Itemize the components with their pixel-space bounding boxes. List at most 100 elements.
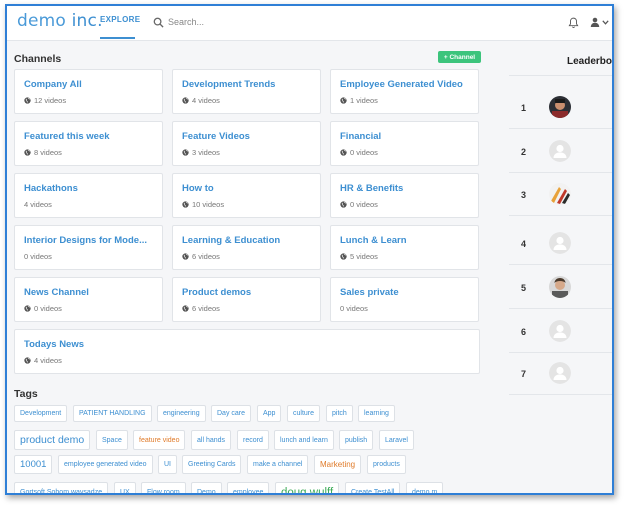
channel-name[interactable]: How to (182, 183, 214, 194)
avatar[interactable] (549, 276, 571, 298)
globe-icon (340, 253, 347, 260)
leaderboard-user-name[interactable]: D (612, 279, 614, 289)
avatar[interactable] (549, 232, 571, 254)
channel-name[interactable]: Employee Generated Video (340, 79, 463, 90)
channel-name[interactable]: Product demos (182, 287, 251, 298)
tag-chip[interactable]: Laravel (379, 430, 414, 450)
channel-card[interactable]: Learning & Education 6 videos (172, 225, 321, 270)
channel-name[interactable]: Learning & Education (182, 235, 280, 246)
channel-card[interactable]: Featured this week 8 videos (14, 121, 163, 166)
user-menu[interactable] (590, 17, 609, 27)
tag-chip[interactable]: Flow room (141, 482, 186, 493)
channel-card[interactable]: Company All 12 videos (14, 69, 163, 114)
tag-chip[interactable]: all hands (191, 430, 232, 450)
channel-name[interactable]: Development Trends (182, 79, 275, 90)
channel-name[interactable]: Featured this week (24, 131, 110, 142)
leaderboard-panel: Leaderbo 1DD2AS3JF4S5DE6a7d (509, 41, 614, 493)
tag-chip[interactable]: 10001 (14, 455, 53, 474)
leaderboard-user-name[interactable]: D (612, 99, 614, 109)
leaderboard-row[interactable]: 4S (509, 225, 614, 265)
add-channel-button[interactable]: + Channel (438, 51, 481, 63)
tag-chip[interactable]: Demo (191, 482, 222, 493)
channel-card[interactable]: Employee Generated Video 1 videos (330, 69, 479, 114)
avatar[interactable] (549, 320, 571, 342)
channel-video-count: 4 videos (24, 356, 62, 365)
leaderboard-row[interactable]: 6a (509, 313, 614, 353)
tag-chip[interactable]: record (237, 430, 269, 450)
channel-card[interactable]: Interior Designs for Mode... 0 videos (14, 225, 163, 270)
channel-name[interactable]: HR & Benefits (340, 183, 403, 194)
channel-card[interactable]: Financial 0 videos (330, 121, 479, 166)
nav-tab-explore[interactable]: EXPLORE (100, 15, 140, 24)
channel-count-text: 0 videos (350, 148, 378, 157)
leaderboard-row[interactable]: 7d (509, 355, 614, 395)
globe-icon (24, 149, 31, 156)
tag-chip[interactable]: Greeting Cards (182, 455, 242, 474)
channel-name[interactable]: Lunch & Learn (340, 235, 407, 246)
channel-card[interactable]: Lunch & Learn 5 videos (330, 225, 479, 270)
leaderboard-user-name[interactable]: a (612, 323, 614, 333)
tag-chip[interactable]: PATIENT HANDLING (73, 405, 152, 422)
tag-chip[interactable]: Day care (211, 405, 252, 422)
channel-card[interactable]: Feature Videos 3 videos (172, 121, 321, 166)
tag-chip[interactable]: employee (227, 482, 270, 493)
leaderboard-user-name[interactable]: S (612, 235, 614, 245)
channel-name[interactable]: Sales private (340, 287, 399, 298)
tag-chip[interactable]: publish (339, 430, 374, 450)
channel-name[interactable]: Hackathons (24, 183, 78, 194)
leaderboard-user-name[interactable]: d (612, 365, 614, 375)
channel-card[interactable]: HR & Benefits 0 videos (330, 173, 479, 218)
tag-chip[interactable]: Space (96, 430, 128, 450)
leaderboard-row[interactable]: 5 DE (509, 269, 614, 309)
channel-card[interactable]: Todays News 4 videos (14, 329, 480, 374)
tag-chip[interactable]: pitch (326, 405, 353, 422)
channel-card[interactable]: Hackathons 4 videos (14, 173, 163, 218)
tag-chip[interactable]: engineering (157, 405, 206, 422)
channel-name[interactable]: Company All (24, 79, 82, 90)
tag-chip[interactable]: feature video (133, 430, 186, 450)
search-input[interactable] (168, 17, 308, 27)
channel-card[interactable]: Development Trends 4 videos (172, 69, 321, 114)
tag-chip[interactable]: Development (14, 405, 68, 422)
channel-name[interactable]: Interior Designs for Mode... (24, 235, 147, 246)
tag-chip[interactable]: doug wulff (275, 482, 340, 493)
tag-chip[interactable]: make a channel (247, 455, 309, 474)
channel-card[interactable]: How to 10 videos (172, 173, 321, 218)
channel-name[interactable]: Feature Videos (182, 131, 250, 142)
globe-icon (182, 253, 189, 260)
tag-chip[interactable]: learning (358, 405, 395, 422)
avatar[interactable] (549, 362, 571, 384)
tag-chip[interactable]: Create TestAll (345, 482, 401, 493)
channel-card[interactable]: Product demos 6 videos (172, 277, 321, 322)
tag-chip[interactable]: Gortsoft Sobom waysadze (14, 482, 109, 493)
tag-chip[interactable]: lunch and learn (274, 430, 334, 450)
leaderboard-user-name[interactable]: J (612, 186, 614, 196)
channel-card[interactable]: News Channel 0 videos (14, 277, 163, 322)
channel-card[interactable]: Sales private 0 videos (330, 277, 479, 322)
bell-icon[interactable] (568, 17, 579, 29)
avatar[interactable] (549, 140, 571, 162)
channel-name[interactable]: News Channel (24, 287, 89, 298)
leaderboard-row[interactable]: 3 JF (509, 176, 614, 216)
tag-chip[interactable]: culture (287, 405, 321, 422)
channel-name[interactable]: Financial (340, 131, 381, 142)
tag-chip[interactable]: product demo (14, 430, 91, 450)
channel-name[interactable]: Todays News (24, 339, 84, 350)
tag-chip[interactable]: UI (158, 455, 177, 474)
brand-logo[interactable]: demo inc. (17, 11, 103, 31)
leaderboard-rank: 7 (521, 369, 527, 379)
tag-chip[interactable]: Marketing (314, 455, 362, 474)
leaderboard-row[interactable]: 2 AS (509, 133, 614, 173)
tag-chip[interactable]: demo m (406, 482, 444, 493)
tag-chip[interactable]: employee generated video (58, 455, 153, 474)
tag-chip[interactable]: products (367, 455, 406, 474)
brand-suffix: inc. (66, 11, 103, 31)
avatar[interactable] (549, 183, 571, 205)
globe-icon (182, 97, 189, 104)
leaderboard-user-name[interactable]: A (612, 143, 614, 153)
divider (509, 172, 612, 173)
tag-chip[interactable]: UX (114, 482, 136, 493)
avatar[interactable] (549, 96, 571, 118)
tag-chip[interactable]: App (257, 405, 282, 422)
leaderboard-row[interactable]: 1 DD (509, 89, 614, 129)
